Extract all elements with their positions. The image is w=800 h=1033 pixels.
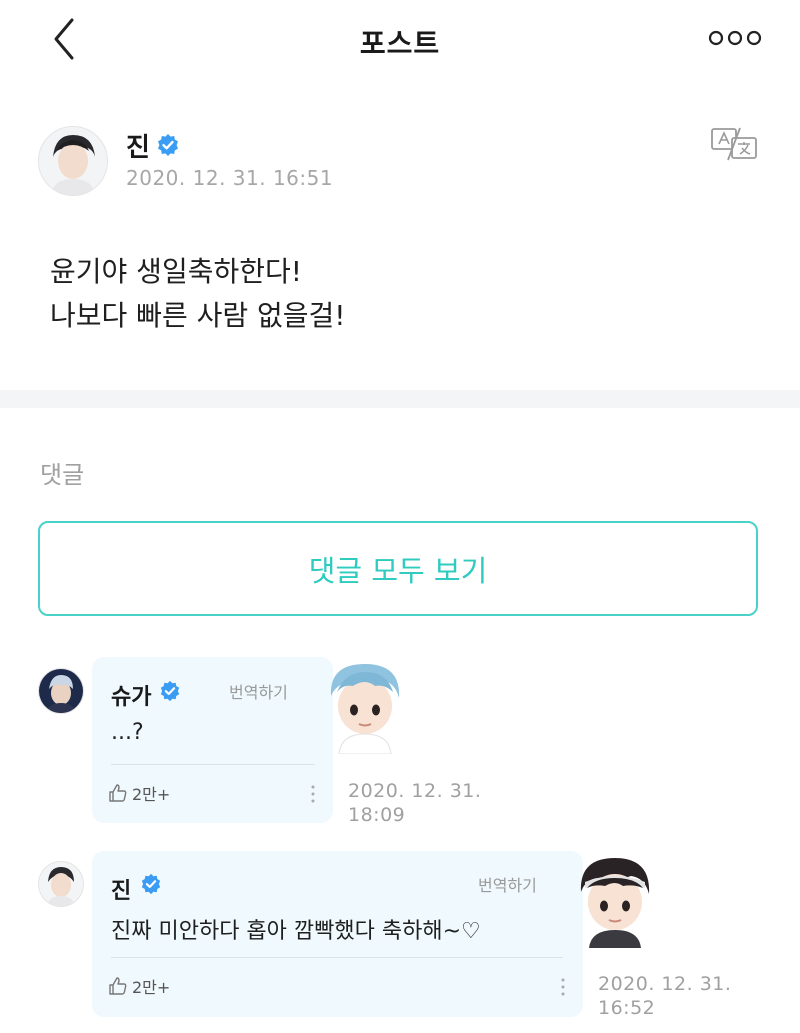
- verified-badge-icon: [159, 680, 181, 702]
- jin-sticker: [575, 852, 655, 948]
- post-line: 나보다 빠른 사람 없을걸!: [50, 299, 346, 332]
- post-line: 윤기야 생일축하한다!: [50, 255, 302, 288]
- like-button[interactable]: 2만+: [108, 781, 170, 805]
- author-name[interactable]: 진: [126, 127, 150, 164]
- avatar-image: [39, 862, 83, 906]
- avatar-image: [39, 669, 83, 713]
- thumbs-up-icon: [109, 784, 127, 802]
- comment-menu-button[interactable]: [308, 783, 318, 805]
- post-body: 윤기야 생일축하한다! 나보다 빠른 사람 없을걸!: [50, 250, 346, 338]
- translate-icon: [711, 127, 757, 161]
- comment-timestamp: 2020. 12. 31. 18:09: [348, 780, 482, 826]
- view-all-comments-button[interactable]: 댓글 모두 보기: [38, 521, 758, 616]
- like-button[interactable]: 2만+: [108, 974, 170, 998]
- post-date: 2020. 12. 31. 16:51: [126, 166, 334, 190]
- more-options-button[interactable]: [708, 28, 762, 48]
- like-count: 2만+: [132, 785, 171, 804]
- comment-translate-button[interactable]: 번역하기: [229, 679, 288, 703]
- comment-author[interactable]: 슈가: [111, 679, 151, 711]
- comment-avatar[interactable]: [38, 668, 84, 714]
- comment-avatar[interactable]: [38, 861, 84, 907]
- comment-author[interactable]: 진: [111, 873, 131, 905]
- verified-badge-icon: [140, 873, 162, 895]
- comment-separator: [111, 764, 315, 765]
- comment-timestamp: 2020. 12. 31. 16:52: [598, 973, 732, 1019]
- comment-translate-button[interactable]: 번역하기: [478, 872, 537, 896]
- vertical-dots-icon: [561, 978, 565, 996]
- avatar-image: [39, 127, 107, 195]
- author-avatar[interactable]: [38, 126, 108, 196]
- verified-badge-icon: [156, 133, 180, 157]
- translate-button[interactable]: [710, 126, 760, 162]
- vertical-dots-icon: [311, 785, 315, 803]
- comment-separator: [111, 957, 563, 958]
- comments-label: 댓글: [40, 461, 85, 489]
- section-divider: [0, 390, 800, 408]
- thumbs-up-icon: [109, 977, 127, 995]
- comment-text: ...?: [111, 720, 144, 745]
- like-count: 2만+: [132, 978, 171, 997]
- more-dots-icon: [708, 30, 762, 46]
- comment-menu-button[interactable]: [558, 976, 568, 998]
- comment-text: 진짜 미안하다 홉아 깜빡했다 축하해~♡: [111, 919, 481, 944]
- suga-sticker: [325, 658, 405, 755]
- page-title: 포스트: [359, 27, 441, 60]
